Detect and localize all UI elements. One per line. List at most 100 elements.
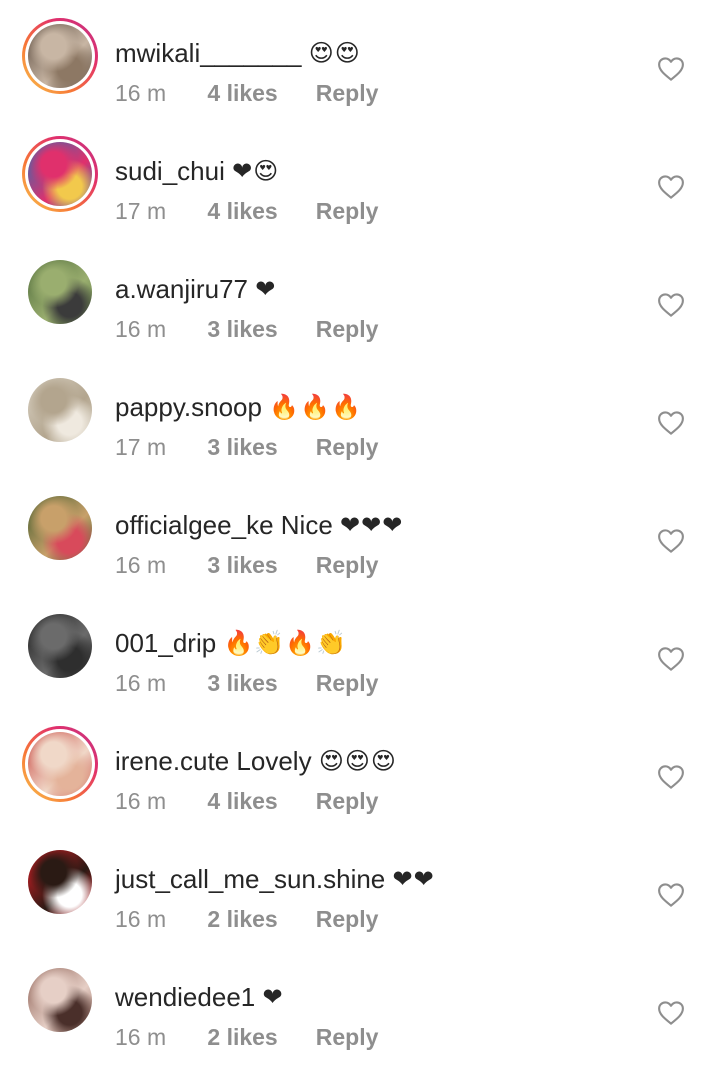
comment-username[interactable]: officialgee_ke bbox=[115, 510, 274, 540]
comment-emoji: ❤❤ bbox=[392, 865, 435, 893]
comment-row: just_call_me_sun.shine ❤❤ 16 m 2 likes R… bbox=[0, 840, 720, 958]
comment-text: just_call_me_sun.shine ❤❤ 16 m 2 likes R… bbox=[115, 862, 635, 934]
avatar-image bbox=[28, 260, 92, 324]
avatar-image bbox=[28, 24, 92, 88]
heart-outline-icon[interactable] bbox=[656, 762, 686, 792]
heart-outline-icon[interactable] bbox=[656, 998, 686, 1028]
comment-username[interactable]: wendiedee1 bbox=[115, 982, 255, 1012]
avatar[interactable] bbox=[22, 372, 98, 448]
avatar-ring bbox=[28, 614, 92, 678]
heart-outline-icon-svg bbox=[658, 765, 684, 789]
heart-outline-icon[interactable] bbox=[656, 290, 686, 320]
comment-likes-count[interactable]: 3 likes bbox=[207, 668, 309, 698]
comment-username[interactable]: just_call_me_sun.shine bbox=[115, 864, 385, 894]
comment-username[interactable]: pappy.snoop bbox=[115, 392, 262, 422]
comment-username[interactable]: irene.cute bbox=[115, 746, 229, 776]
heart-outline-icon-svg bbox=[658, 529, 684, 553]
reply-button[interactable]: Reply bbox=[316, 314, 379, 344]
heart-outline-icon[interactable] bbox=[656, 172, 686, 202]
comment-time: 17 m bbox=[115, 198, 167, 224]
avatar[interactable] bbox=[22, 254, 98, 330]
comment-emoji: 😍😍😍 bbox=[318, 747, 397, 775]
avatar[interactable] bbox=[22, 136, 98, 212]
avatar-ring bbox=[28, 850, 92, 914]
comment-text: 001_drip 🔥👏🔥👏 16 m 3 likes Reply bbox=[115, 626, 635, 698]
avatar[interactable] bbox=[22, 962, 98, 1038]
comment-likes-count[interactable]: 4 likes bbox=[207, 78, 309, 108]
comment-emoji: ❤ bbox=[255, 275, 277, 303]
avatar[interactable] bbox=[22, 18, 98, 94]
comment-likes-count[interactable]: 2 likes bbox=[207, 904, 309, 934]
comment-text: wendiedee1 ❤ 16 m 2 likes Reply bbox=[115, 980, 635, 1052]
comment-likes-count[interactable]: 3 likes bbox=[207, 314, 309, 344]
heart-outline-icon-svg bbox=[658, 647, 684, 671]
comment-row: a.wanjiru77 ❤ 16 m 3 likes Reply bbox=[0, 250, 720, 368]
comment-row: wendiedee1 ❤ 16 m 2 likes Reply bbox=[0, 958, 720, 1076]
comment-username[interactable]: a.wanjiru77 bbox=[115, 274, 248, 304]
comment-emoji: ❤❤❤ bbox=[340, 511, 404, 539]
avatar-image bbox=[28, 378, 92, 442]
comment-likes-count[interactable]: 3 likes bbox=[207, 550, 309, 580]
comment-likes-count[interactable]: 2 likes bbox=[207, 1022, 309, 1052]
comment-line: mwikali_______ 😍😍 bbox=[115, 36, 635, 70]
comment-username[interactable]: sudi_chui bbox=[115, 156, 225, 186]
avatar[interactable] bbox=[22, 490, 98, 566]
comment-line: a.wanjiru77 ❤ bbox=[115, 272, 635, 306]
comment-time: 16 m bbox=[115, 670, 167, 696]
comment-time: 16 m bbox=[115, 1024, 167, 1050]
comment-meta: 16 m 3 likes Reply bbox=[115, 668, 635, 698]
heart-outline-icon-svg bbox=[658, 57, 684, 81]
avatar[interactable] bbox=[22, 726, 98, 802]
comment-body: Nice bbox=[280, 510, 333, 540]
heart-outline-icon-svg bbox=[658, 411, 684, 435]
comment-likes-count[interactable]: 4 likes bbox=[207, 196, 309, 226]
comment-emoji: ❤😍 bbox=[232, 157, 280, 185]
comment-row: pappy.snoop 🔥🔥🔥 17 m 3 likes Reply bbox=[0, 368, 720, 486]
heart-outline-icon[interactable] bbox=[656, 526, 686, 556]
avatar-ring bbox=[28, 260, 92, 324]
comment-username[interactable]: 001_drip bbox=[115, 628, 216, 658]
comment-text: mwikali_______ 😍😍 16 m 4 likes Reply bbox=[115, 36, 635, 108]
avatar-image bbox=[28, 496, 92, 560]
comment-username[interactable]: mwikali_______ bbox=[115, 38, 301, 68]
reply-button[interactable]: Reply bbox=[316, 904, 379, 934]
heart-outline-icon-svg bbox=[658, 883, 684, 907]
comment-row: sudi_chui ❤😍 17 m 4 likes Reply bbox=[0, 132, 720, 250]
heart-outline-icon[interactable] bbox=[656, 644, 686, 674]
comment-line: sudi_chui ❤😍 bbox=[115, 154, 635, 188]
comment-line: pappy.snoop 🔥🔥🔥 bbox=[115, 390, 635, 424]
comment-likes-count[interactable]: 3 likes bbox=[207, 432, 309, 462]
comment-likes-count[interactable]: 4 likes bbox=[207, 786, 309, 816]
comment-time: 16 m bbox=[115, 552, 167, 578]
comment-line: 001_drip 🔥👏🔥👏 bbox=[115, 626, 635, 660]
reply-button[interactable]: Reply bbox=[316, 786, 379, 816]
reply-button[interactable]: Reply bbox=[316, 1022, 379, 1052]
avatar-image bbox=[28, 142, 92, 206]
avatar[interactable] bbox=[22, 844, 98, 920]
reply-button[interactable]: Reply bbox=[316, 432, 379, 462]
comment-meta: 16 m 2 likes Reply bbox=[115, 1022, 635, 1052]
reply-button[interactable]: Reply bbox=[316, 550, 379, 580]
avatar-ring bbox=[25, 139, 95, 209]
avatar-ring bbox=[25, 729, 95, 799]
comment-line: irene.cute Lovely 😍😍😍 bbox=[115, 744, 635, 778]
comment-line: wendiedee1 ❤ bbox=[115, 980, 635, 1014]
avatar-ring bbox=[25, 21, 95, 91]
comment-time: 17 m bbox=[115, 434, 167, 460]
comment-time: 16 m bbox=[115, 80, 167, 106]
avatar-ring bbox=[28, 496, 92, 560]
reply-button[interactable]: Reply bbox=[316, 668, 379, 698]
heart-outline-icon[interactable] bbox=[656, 408, 686, 438]
reply-button[interactable]: Reply bbox=[316, 196, 379, 226]
avatar[interactable] bbox=[22, 608, 98, 684]
heart-outline-icon[interactable] bbox=[656, 54, 686, 84]
heart-outline-icon[interactable] bbox=[656, 880, 686, 910]
comment-time: 16 m bbox=[115, 906, 167, 932]
heart-outline-icon-svg bbox=[658, 1001, 684, 1025]
heart-outline-icon-svg bbox=[658, 293, 684, 317]
comment-row: officialgee_ke Nice ❤❤❤ 16 m 3 likes Rep… bbox=[0, 486, 720, 604]
reply-button[interactable]: Reply bbox=[316, 78, 379, 108]
comment-time: 16 m bbox=[115, 316, 167, 342]
comment-line: officialgee_ke Nice ❤❤❤ bbox=[115, 508, 635, 542]
avatar-ring bbox=[28, 378, 92, 442]
